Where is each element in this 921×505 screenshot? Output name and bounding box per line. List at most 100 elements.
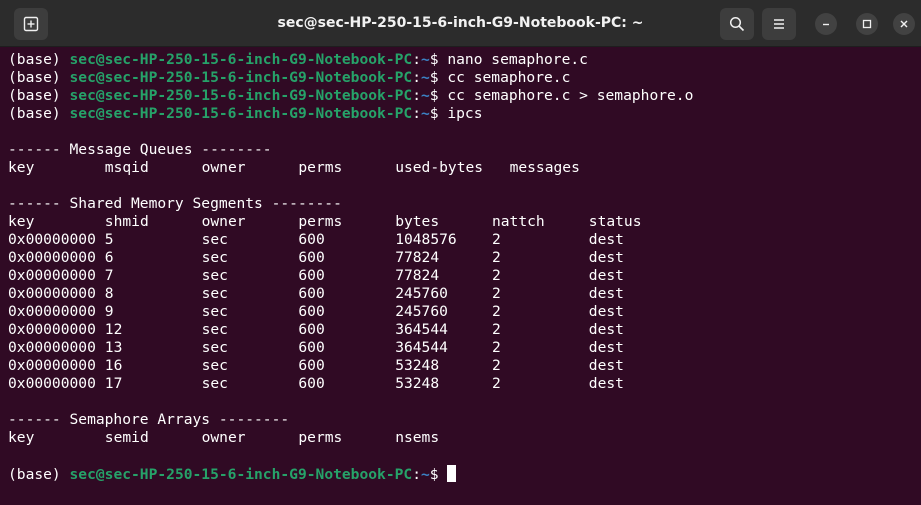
table-cell: sec bbox=[201, 267, 228, 284]
terminal-output[interactable]: (base) sec@sec-HP-250-15-6-inch-G9-Noteb… bbox=[0, 48, 921, 505]
table-cell: 600 bbox=[298, 285, 325, 302]
table-cell: 0x00000000 bbox=[8, 339, 96, 356]
prompt-user-host: sec@sec-HP-250-15-6-inch-G9-Notebook-PC bbox=[69, 105, 413, 122]
table-row: 0x00000000 8 sec 600 245760 2 dest bbox=[8, 285, 921, 303]
table-cell: 8 bbox=[104, 285, 114, 302]
prompt-path: ~ bbox=[420, 69, 430, 86]
section-header: ------ Semaphore Arrays -------- bbox=[8, 411, 290, 428]
table-cell: status bbox=[588, 213, 642, 230]
table-cell: 600 bbox=[298, 357, 325, 374]
table-cell: nattch bbox=[491, 213, 545, 230]
table-cell: 600 bbox=[298, 231, 325, 248]
table-cell: 13 bbox=[104, 339, 123, 356]
prompt-env: (base) bbox=[8, 466, 70, 483]
prompt-user-host: sec@sec-HP-250-15-6-inch-G9-Notebook-PC bbox=[69, 69, 413, 86]
table-cell: nsems bbox=[395, 429, 440, 446]
minimize-button[interactable] bbox=[815, 13, 837, 35]
table-cell: owner bbox=[201, 159, 246, 176]
table-cell: owner bbox=[201, 429, 246, 446]
close-icon bbox=[900, 20, 908, 28]
table-cell: used-bytes bbox=[395, 159, 484, 176]
search-button[interactable] bbox=[720, 8, 754, 40]
table-cell: 53248 bbox=[395, 357, 440, 374]
table-cell: 600 bbox=[298, 375, 325, 392]
hamburger-menu-icon bbox=[774, 19, 784, 29]
prompt-colon: : bbox=[412, 105, 421, 122]
table-cell: dest bbox=[588, 357, 624, 374]
prompt-dollar: $ bbox=[429, 51, 448, 68]
close-button[interactable] bbox=[893, 13, 915, 35]
maximize-button[interactable] bbox=[856, 13, 878, 35]
table-row: 0x00000000 9 sec 600 245760 2 dest bbox=[8, 303, 921, 321]
prompt-dollar: $ bbox=[429, 466, 448, 483]
active-prompt-line: (base) sec@sec-HP-250-15-6-inch-G9-Noteb… bbox=[8, 465, 921, 483]
prompt-line: (base) sec@sec-HP-250-15-6-inch-G9-Noteb… bbox=[8, 87, 921, 105]
prompt-dollar: $ bbox=[429, 69, 448, 86]
prompt-user-host: sec@sec-HP-250-15-6-inch-G9-Notebook-PC bbox=[69, 51, 413, 68]
table-cell: shmid bbox=[104, 213, 149, 230]
command-text: cc semaphore.c bbox=[447, 69, 571, 86]
table-cell: sec bbox=[201, 357, 228, 374]
maximize-icon bbox=[862, 19, 872, 29]
prompt-colon: : bbox=[412, 87, 421, 104]
table-cell: 2 bbox=[491, 339, 501, 356]
table-cell: dest bbox=[588, 375, 624, 392]
table-cell: sec bbox=[201, 375, 228, 392]
table-cell: 600 bbox=[298, 303, 325, 320]
prompt-env: (base) bbox=[8, 51, 70, 68]
text-cursor bbox=[447, 465, 457, 482]
table-cell: 600 bbox=[298, 321, 325, 338]
table-cell: 77824 bbox=[395, 249, 440, 266]
table-cell: 2 bbox=[491, 321, 501, 338]
prompt-colon: : bbox=[412, 69, 421, 86]
table-cell: dest bbox=[588, 321, 624, 338]
prompt-path: ~ bbox=[420, 105, 430, 122]
table-cell: 2 bbox=[491, 249, 501, 266]
table-cell: 2 bbox=[491, 267, 501, 284]
table-cell: 600 bbox=[298, 249, 325, 266]
table-row: 0x00000000 5 sec 600 1048576 2 dest bbox=[8, 231, 921, 249]
command-text: ipcs bbox=[447, 105, 483, 122]
table-cell: 12 bbox=[104, 321, 123, 338]
table-cell: 364544 bbox=[395, 321, 448, 338]
table-cell: msqid bbox=[104, 159, 149, 176]
table-cell: sec bbox=[201, 321, 228, 338]
table-cell: messages bbox=[509, 159, 580, 176]
prompt-env: (base) bbox=[8, 69, 70, 86]
prompt-user-host: sec@sec-HP-250-15-6-inch-G9-Notebook-PC bbox=[69, 87, 413, 104]
table-cell: 1048576 bbox=[395, 231, 457, 248]
command-text: cc semaphore.c > semaphore.o bbox=[447, 87, 694, 104]
prompt-line: (base) sec@sec-HP-250-15-6-inch-G9-Noteb… bbox=[8, 105, 921, 123]
menu-button[interactable] bbox=[762, 8, 796, 40]
table-cell: 77824 bbox=[395, 267, 440, 284]
table-cell: 364544 bbox=[395, 339, 448, 356]
table-cell: 0x00000000 bbox=[8, 285, 96, 302]
table-cell: 2 bbox=[491, 231, 501, 248]
table-row: 0x00000000 7 sec 600 77824 2 dest bbox=[8, 267, 921, 285]
minimize-icon bbox=[823, 23, 829, 26]
table-cell: key bbox=[8, 213, 35, 230]
command-text: nano semaphore.c bbox=[447, 51, 588, 68]
table-row: 0x00000000 16 sec 600 53248 2 dest bbox=[8, 357, 921, 375]
semaphore-arrays-header: ------ Semaphore Arrays -------- bbox=[8, 411, 921, 429]
table-cell: 7 bbox=[104, 267, 114, 284]
search-icon bbox=[729, 16, 745, 32]
table-cell: dest bbox=[588, 267, 624, 284]
table-cell: 0x00000000 bbox=[8, 357, 96, 374]
table-cell: 245760 bbox=[395, 303, 448, 320]
table-cell: key bbox=[8, 159, 35, 176]
table-cell: dest bbox=[588, 303, 624, 320]
table-cell: sec bbox=[201, 249, 228, 266]
table-row: 0x00000000 6 sec 600 77824 2 dest bbox=[8, 249, 921, 267]
message-queues-header: ------ Message Queues -------- bbox=[8, 141, 921, 159]
prompt-dollar: $ bbox=[429, 105, 448, 122]
shared-memory-header: ------ Shared Memory Segments -------- bbox=[8, 195, 921, 213]
prompt-path: ~ bbox=[420, 466, 430, 483]
prompt-line: (base) sec@sec-HP-250-15-6-inch-G9-Noteb… bbox=[8, 69, 921, 87]
table-cell: 2 bbox=[491, 375, 501, 392]
section-header: ------ Message Queues -------- bbox=[8, 141, 272, 158]
prompt-colon: : bbox=[412, 51, 421, 68]
message-queues-columns: key msqid owner perms used-bytes messages bbox=[8, 159, 921, 177]
